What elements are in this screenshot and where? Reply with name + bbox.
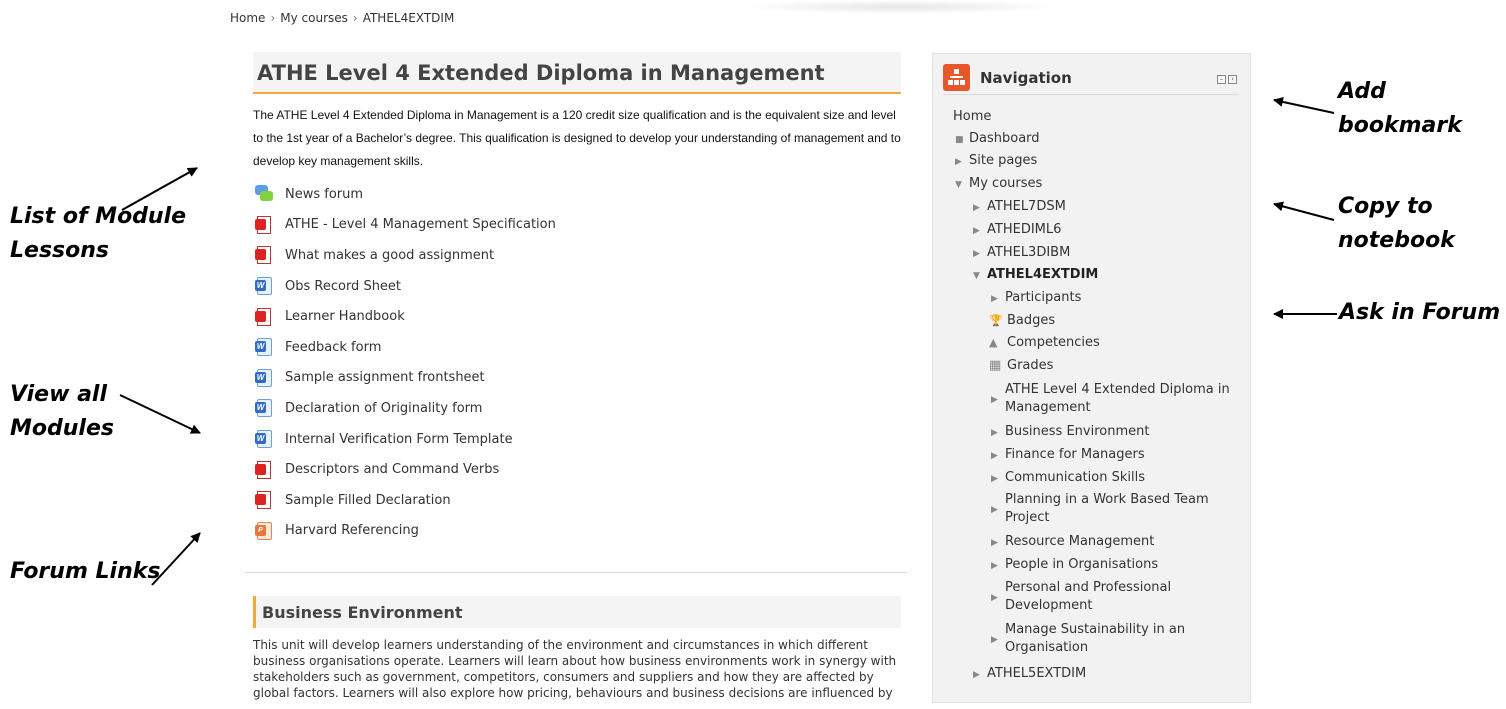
arrow-list-of-module-lessons — [121, 167, 198, 211]
arrow-view-all-modules — [119, 394, 201, 434]
annotation-arrows — [119, 97, 1337, 586]
arrow-copy-to-notebook — [1273, 201, 1335, 221]
arrow-add-bookmark — [1273, 97, 1335, 114]
arrow-forum-links — [151, 532, 201, 586]
